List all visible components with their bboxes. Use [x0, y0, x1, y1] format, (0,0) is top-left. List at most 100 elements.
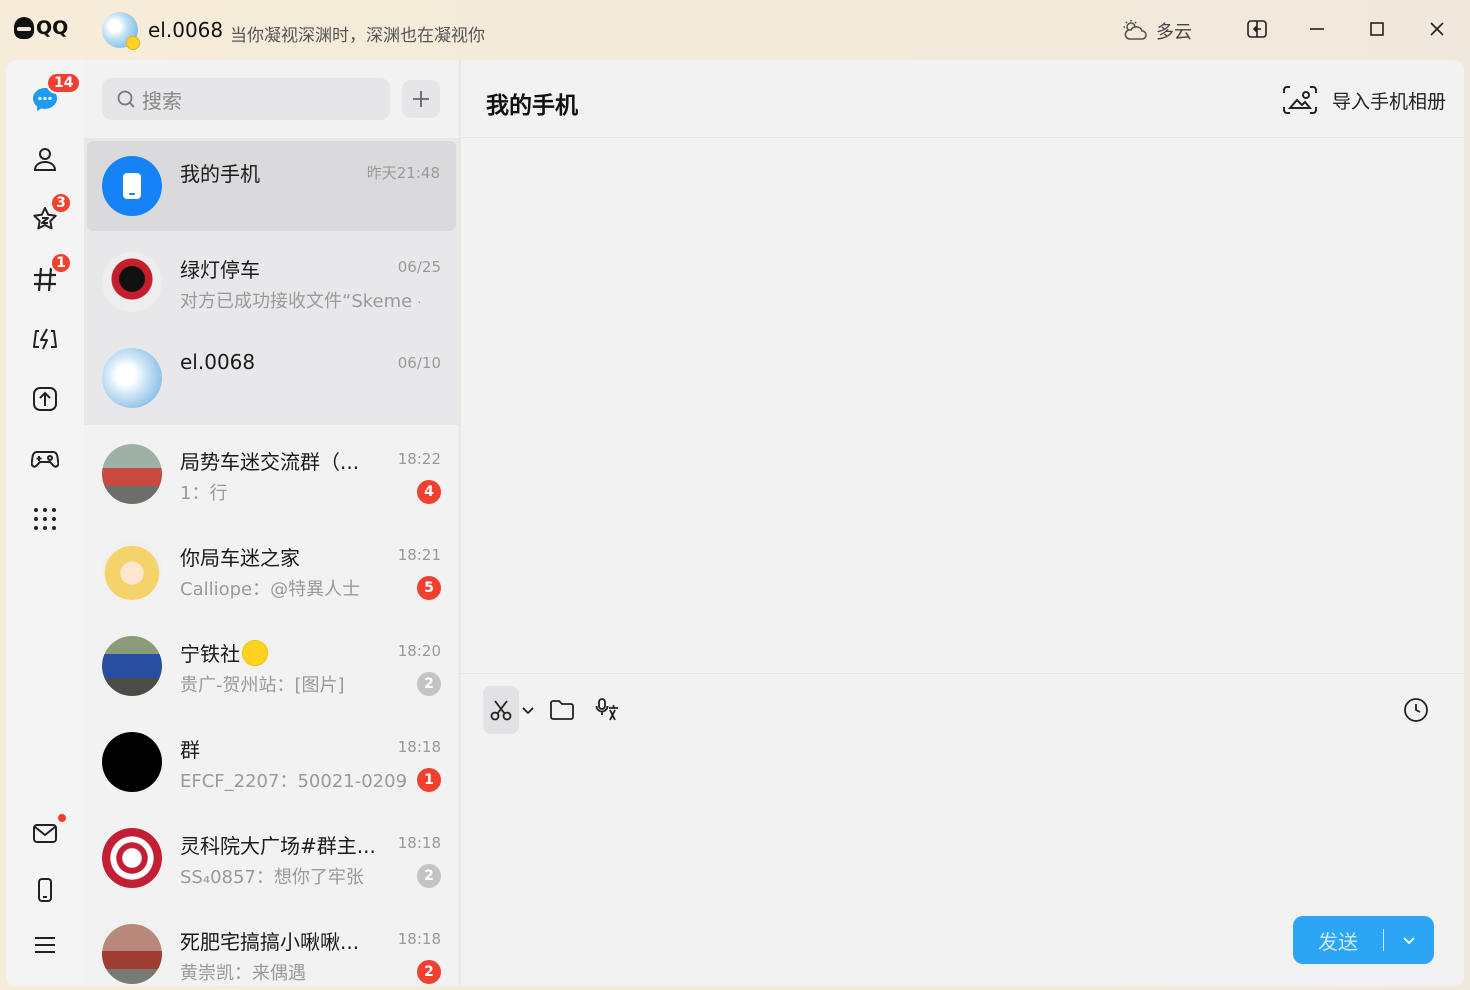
import-label: 导入手机相册	[1331, 90, 1446, 113]
unread-badge: 2	[417, 864, 441, 888]
phone-icon	[38, 878, 52, 902]
avatar	[102, 252, 162, 312]
maximize-icon	[1370, 22, 1384, 36]
conversation-name: 群	[180, 738, 200, 762]
history-button[interactable]	[1401, 686, 1431, 734]
weather-widget[interactable]: 多云	[1122, 18, 1192, 44]
conversation-time: 06/25	[397, 258, 441, 276]
close-button[interactable]	[1424, 16, 1450, 42]
grid-dots-icon	[34, 508, 56, 530]
unread-badge: 4	[417, 480, 441, 504]
conversation-name: 局势车迷交流群（...	[180, 450, 360, 474]
conversation-name-text: 宁铁社	[180, 642, 240, 666]
conversation-time: 18:21	[397, 546, 441, 564]
app-name: QQ	[36, 17, 69, 39]
photo-import-icon	[1282, 86, 1317, 114]
list-item[interactable]: 群 18:18 EFCF_2207：50021-0209 ... 1	[84, 714, 459, 810]
chat-panel: 我的手机 导入手机相册 发送	[461, 60, 1464, 986]
rail-item-mail[interactable]	[30, 818, 60, 848]
mail-dot	[56, 812, 68, 824]
sun-emoji-icon	[242, 640, 268, 666]
import-album-button[interactable]: 导入手机相册	[1282, 84, 1446, 116]
rail-item-menu[interactable]	[30, 930, 60, 960]
avatar	[102, 732, 162, 792]
conversation-time: 18:20	[397, 642, 441, 660]
conversation-name: 灵科院大广场#群主...	[180, 834, 376, 858]
avatar	[102, 540, 162, 600]
avatar	[102, 348, 162, 408]
conversation-time: 18:18	[397, 834, 441, 852]
add-button[interactable]	[402, 80, 440, 118]
scissors-icon	[490, 700, 512, 721]
list-item[interactable]: 你局车迷之家 18:21 Calliope：@特異人士 5	[84, 522, 459, 618]
search-input[interactable]: 搜索	[102, 78, 390, 120]
rail-item-files[interactable]	[30, 384, 60, 414]
avatar	[102, 444, 162, 504]
unread-badge: 2	[417, 672, 441, 696]
folder-icon	[550, 700, 574, 720]
conversation-name: 你局车迷之家	[180, 546, 300, 570]
weather-text: 多云	[1156, 22, 1192, 43]
conversation-name: 绿灯停车	[180, 258, 260, 282]
profile-signature[interactable]: 当你凝视深渊时，深渊也在凝视你	[230, 21, 485, 46]
conversation-name: el.0068	[180, 350, 256, 374]
profile-name[interactable]: el.0068	[148, 18, 223, 42]
message-area	[461, 138, 1464, 673]
screenshot-button[interactable]	[483, 686, 519, 734]
avatar	[102, 924, 162, 984]
avatar	[102, 636, 162, 696]
conversation-time: 18:18	[397, 930, 441, 948]
maximize-button[interactable]	[1364, 16, 1390, 42]
conversation-preview: 贵广-贺州站：[图片]	[180, 675, 345, 696]
chat-header: 我的手机 导入手机相册	[461, 60, 1464, 138]
hamburger-icon	[35, 937, 55, 953]
composer: 发送	[461, 673, 1464, 986]
conversation-time: 18:22	[397, 450, 441, 468]
list-item[interactable]: 我的手机 昨天21:48	[87, 141, 456, 231]
screenshot-options-button[interactable]	[521, 686, 535, 734]
status-emoji-icon	[126, 36, 140, 50]
conversation-preview: EFCF_2207：50021-0209 ...	[180, 771, 412, 792]
favorites-badge: 3	[50, 192, 72, 214]
conversation-time: 昨天21:48	[366, 164, 440, 182]
clock-icon	[1404, 698, 1428, 722]
rail-item-channels[interactable]	[30, 324, 60, 354]
rail-item-phone[interactable]	[30, 875, 60, 905]
list-item[interactable]: 局势车迷交流群（... 18:22 1：行 4	[84, 426, 459, 522]
conversation-preview: SS₄0857：想你了牢张	[180, 867, 364, 888]
conversation-preview: Calliope：@特異人士	[180, 579, 361, 600]
conversation-time: 18:18	[397, 738, 441, 756]
file-button[interactable]	[547, 686, 577, 734]
avatar[interactable]	[102, 12, 140, 50]
mail-icon	[33, 824, 57, 843]
list-item[interactable]: 死肥宅搞搞小啾啾... 18:18 黄崇凯：来偶遇 2	[84, 906, 459, 986]
send-options-button[interactable]	[1384, 932, 1434, 948]
conversation-preview: 黄崇凯：来偶遇	[180, 963, 306, 984]
phone-icon	[123, 173, 141, 199]
voice-to-text-button[interactable]	[593, 686, 623, 734]
rail-item-more-apps[interactable]	[30, 504, 60, 534]
chevron-down-icon	[1403, 937, 1415, 945]
list-item[interactable]: 灵科院大广场#群主... 18:18 SS₄0857：想你了牢张 2	[84, 810, 459, 906]
minimize-button[interactable]	[1304, 16, 1330, 42]
close-icon	[1430, 22, 1444, 36]
page-title: 我的手机	[486, 93, 578, 119]
cloudy-icon	[1123, 20, 1147, 40]
send-button[interactable]: 发送	[1293, 916, 1434, 964]
rail-item-games[interactable]	[30, 444, 60, 474]
flash-frame-icon	[33, 328, 57, 350]
nav-rail: 14 3 1	[6, 60, 84, 986]
conversation-name: 我的手机	[180, 162, 260, 186]
upload-box-icon	[33, 387, 57, 411]
search-icon	[117, 90, 135, 108]
rail-item-contacts[interactable]	[30, 144, 60, 174]
conversation-name: 死肥宅搞搞小啾啾...	[180, 930, 360, 954]
pin-window-button[interactable]	[1244, 16, 1270, 42]
list-item[interactable]: el.0068 06/10	[84, 330, 459, 426]
send-label: 发送	[1318, 929, 1358, 954]
unread-badge: 1	[417, 768, 441, 792]
list-item[interactable]: 宁铁社 18:20 贵广-贺州站：[图片] 2	[84, 618, 459, 714]
list-item[interactable]: 绿灯停车 06/25 对方已成功接收文件“Skeme - ...	[84, 234, 459, 330]
avatar	[102, 156, 162, 216]
gamepad-icon	[31, 451, 59, 468]
